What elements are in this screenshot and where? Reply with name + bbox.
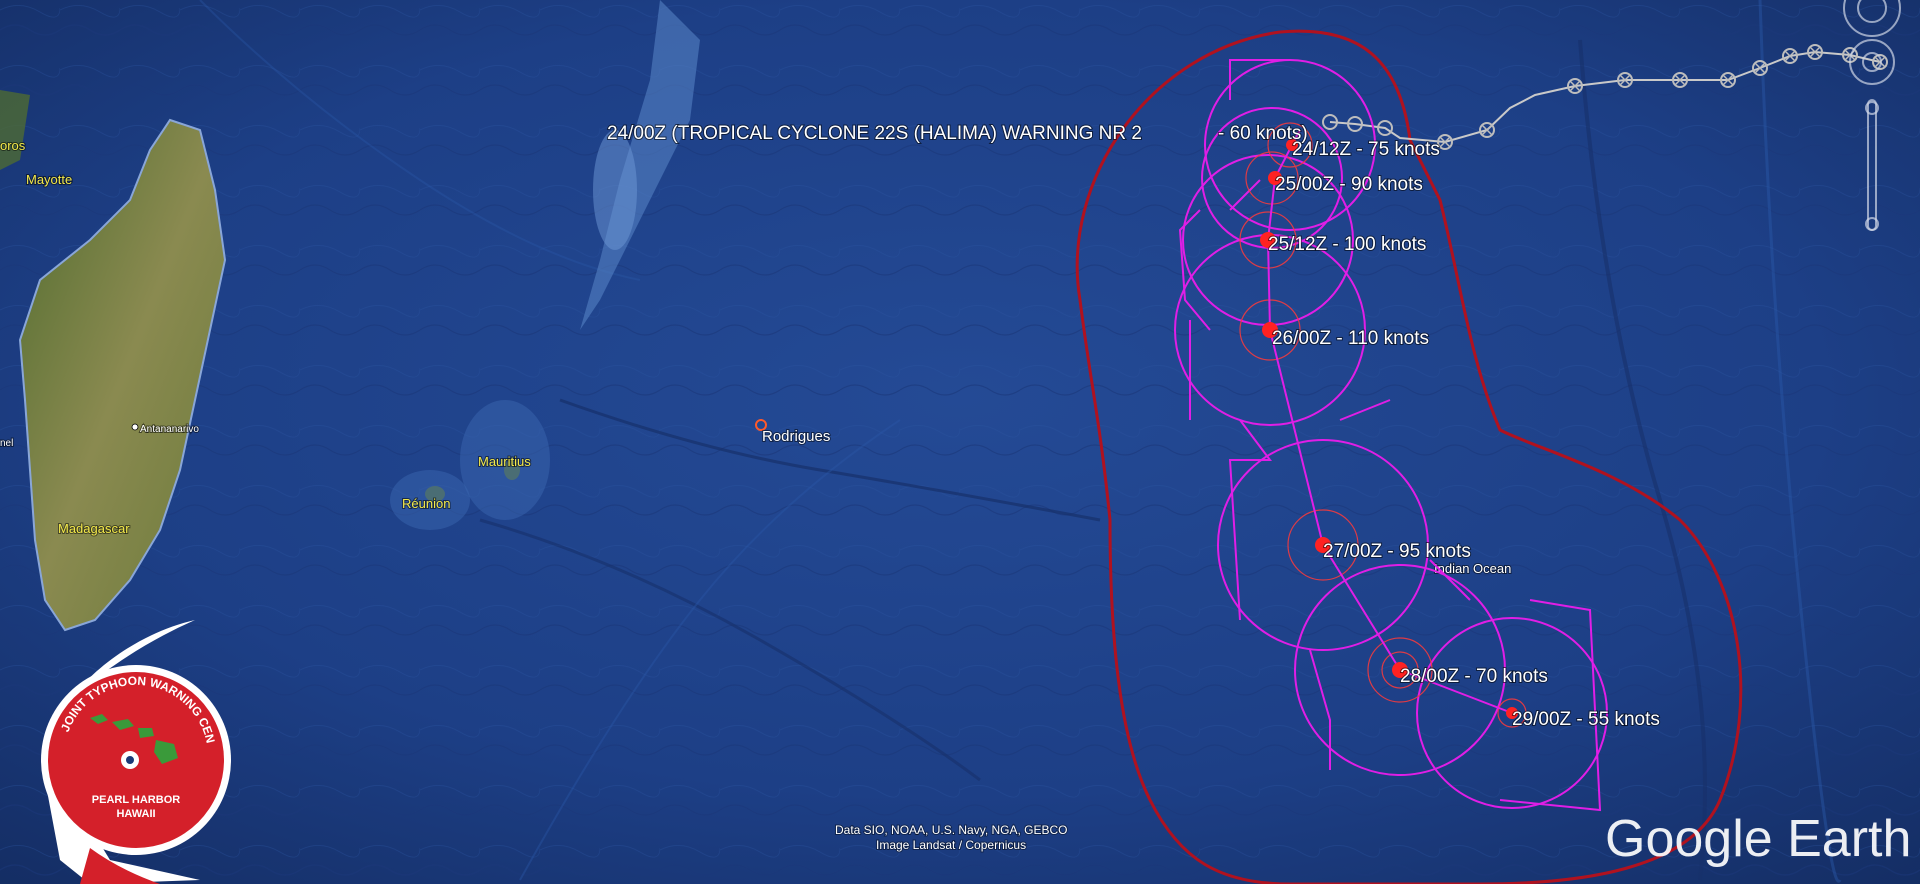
- forecast-label-6: 28/00Z - 70 knots: [1400, 666, 1548, 687]
- label-indian-ocean: Indian Ocean: [1434, 561, 1511, 576]
- forecast-label-1: 24/12Z - 75 knots: [1292, 139, 1440, 160]
- label-antananarivo: Antananarivo: [140, 424, 199, 435]
- label-mayotte: Mayotte: [26, 172, 72, 187]
- forecast-label-2: 25/00Z - 90 knots: [1275, 174, 1423, 195]
- map-view[interactable]: oros Mayotte Antananarivo nel Madagascar…: [0, 0, 1920, 884]
- forecast-label-3: 25/12Z - 100 knots: [1268, 234, 1426, 255]
- jtwc-line1: PEARL HARBOR: [92, 794, 180, 806]
- antananarivo-marker: [131, 423, 139, 431]
- jtwc-line2: HAWAII: [116, 808, 155, 820]
- data-credit-line2: Image Landsat / Copernicus: [876, 838, 1026, 852]
- label-rodrigues: Rodrigues: [762, 428, 830, 445]
- warning-title: 24/00Z (TROPICAL CYCLONE 22S (HALIMA) WA…: [607, 123, 1142, 144]
- label-reunion: Réunion: [402, 496, 450, 511]
- data-credit-line1: Data SIO, NOAA, U.S. Navy, NGA, GEBCO: [835, 823, 1068, 837]
- label-comoros: oros: [0, 138, 26, 153]
- forecast-label-4: 26/00Z - 110 knots: [1272, 328, 1429, 349]
- label-madagascar: Madagascar: [58, 521, 130, 536]
- label-mauritius: Mauritius: [478, 454, 531, 469]
- forecast-label-5: 27/00Z - 95 knots: [1323, 541, 1471, 562]
- forecast-label-7: 29/00Z - 55 knots: [1512, 709, 1660, 730]
- google-earth-logo: Google Earth: [1605, 810, 1911, 868]
- plateau-shoal: [593, 130, 637, 250]
- label-edge: nel: [0, 438, 13, 449]
- jtwc-logo-pupil: [126, 756, 134, 764]
